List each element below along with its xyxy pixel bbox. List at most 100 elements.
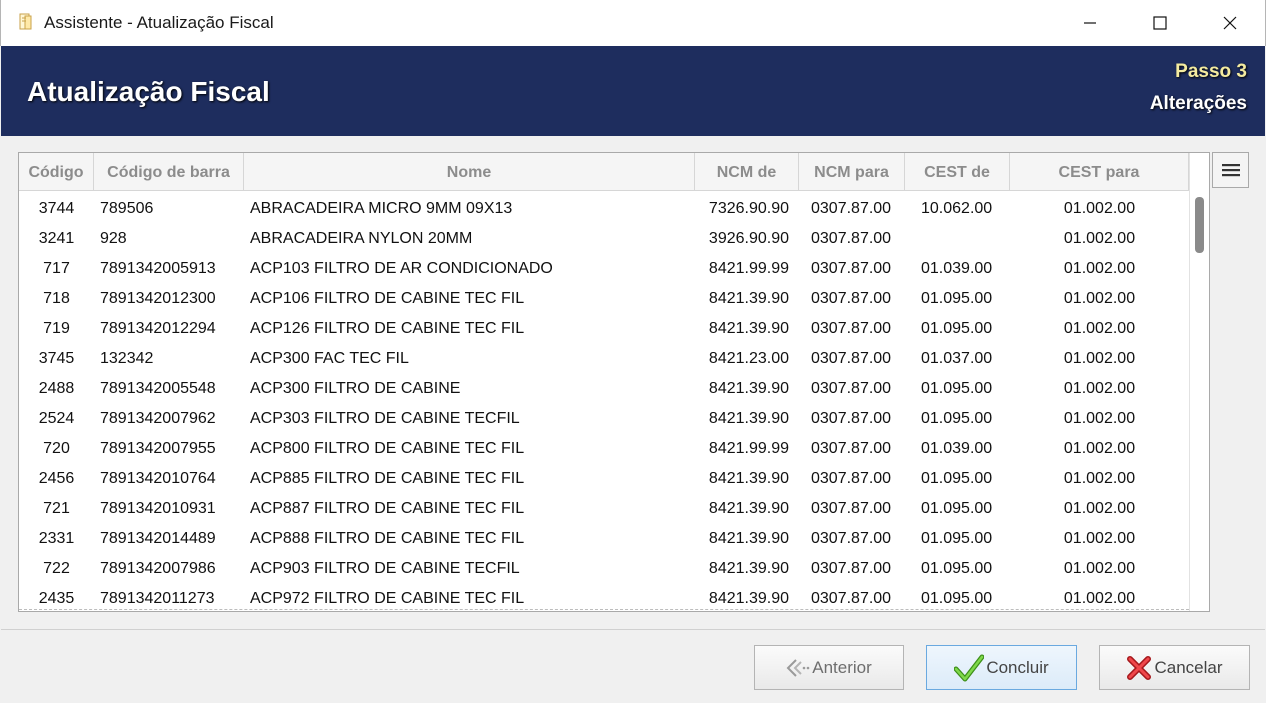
cancel-button[interactable]: Cancelar: [1099, 645, 1250, 690]
cell-codigo-barra: 7891342010931: [100, 500, 216, 517]
cell-cest-de: 01.037.00: [921, 350, 993, 367]
cell-codigo-barra: 7891342007955: [100, 440, 216, 457]
cell-cest-para: 01.002.00: [1063, 530, 1136, 547]
wizard-header: Atualização Fiscal Passo 3 Alterações: [1, 46, 1265, 136]
cell-nome: ACP126 FILTRO DE CABINE TEC FIL: [250, 320, 525, 337]
cell-codigo-barra: 7891342012294: [100, 320, 216, 337]
cell-cest-para: 01.002.00: [1063, 500, 1136, 517]
cell-ncm-de: 7326.90.90: [708, 200, 789, 217]
table-row[interactable]: 3241 928 ABRACADEIRA NYLON 20MM 3926.90.90 0…: [19, 224, 1189, 254]
cell-nome: ACP300 FILTRO DE CABINE: [250, 380, 461, 397]
step-subtitle: Alterações: [1149, 93, 1247, 114]
table-row[interactable]: 2488 7891342005548 ACP300 FILTRO DE CABINE…: [19, 374, 1189, 404]
cell-cest-para: 01.002.00: [1063, 380, 1136, 397]
cell-codigo-barra: 7891342007986: [100, 560, 216, 577]
finish-button[interactable]: Concluir: [926, 645, 1077, 690]
cell-cest-para: 01.002.00: [1063, 440, 1136, 457]
cell-cest-para: 01.002.00: [1063, 560, 1136, 577]
table-row[interactable]: 2524 7891342007962 ACP303 FILTRO DE CABINE…: [19, 404, 1189, 434]
cell-codigo: 2456: [38, 470, 75, 487]
column-header-codigo[interactable]: Código: [19, 153, 94, 191]
table-row[interactable]: 2435 7891342011273 ACP972 FILTRO DE CABINE…: [19, 584, 1189, 611]
cell-codigo: 718: [43, 290, 70, 307]
checkmark-icon: [954, 654, 985, 681]
cell-codigo: 3744: [38, 200, 75, 217]
finish-button-label: Concluir: [986, 657, 1049, 677]
cell-ncm-para: 0307.87.00: [811, 590, 892, 607]
back-arrow-icon: [786, 658, 810, 677]
cell-nome: ABRACADEIRA MICRO 9MM 09X13: [250, 200, 513, 217]
minimize-icon: [1084, 22, 1096, 24]
maximize-button[interactable]: [1125, 0, 1195, 46]
cell-ncm-para: 0307.87.00: [811, 380, 892, 397]
cell-cest-de: 01.039.00: [921, 440, 993, 457]
minimize-button[interactable]: [1055, 0, 1125, 46]
cell-nome: ACP885 FILTRO DE CABINE TEC FIL: [250, 470, 525, 487]
footer-separator: [1, 629, 1265, 630]
cell-nome: ACP972 FILTRO DE CABINE TEC FIL: [250, 590, 525, 607]
window-title: Assistente - Atualização Fiscal: [44, 13, 274, 32]
cell-codigo: 720: [43, 440, 70, 457]
cell-codigo-barra: 7891342005548: [100, 380, 216, 397]
cell-ncm-para: 0307.87.00: [811, 230, 892, 247]
cell-codigo: 2524: [38, 410, 75, 427]
cell-cest-de: 01.095.00: [921, 560, 993, 577]
cell-codigo-barra: 132342: [100, 350, 154, 367]
column-menu-button[interactable]: [1212, 152, 1249, 188]
cell-nome: ACP888 FILTRO DE CABINE TEC FIL: [250, 530, 525, 547]
table-row[interactable]: 722 7891342007986 ACP903 FILTRO DE CABINE …: [19, 554, 1189, 584]
table-row[interactable]: 3744 789506 ABRACADEIRA MICRO 9MM 09X13 732…: [19, 194, 1189, 224]
table-row[interactable]: 3745 132342 ACP300 FAC TEC FIL 8421.23.00 03…: [19, 344, 1189, 374]
column-header-nome[interactable]: Nome: [244, 153, 695, 191]
previous-button[interactable]: Anterior: [754, 645, 904, 690]
table-row[interactable]: 718 7891342012300 ACP106 FILTRO DE CABINE …: [19, 284, 1189, 314]
table-row[interactable]: 2331 7891342014489 ACP888 FILTRO DE CABINE…: [19, 524, 1189, 554]
app-icon: [19, 13, 33, 31]
cell-ncm-para: 0307.87.00: [811, 470, 892, 487]
cell-ncm-para: 0307.87.00: [811, 290, 892, 307]
scrollbar-thumb[interactable]: [1195, 197, 1204, 253]
cell-codigo: 2488: [38, 380, 75, 397]
cell-codigo: 717: [43, 260, 70, 277]
cell-ncm-de: 3926.90.90: [708, 230, 789, 247]
cell-cest-para: 01.002.00: [1063, 290, 1136, 307]
previous-button-label: Anterior: [812, 657, 872, 677]
cell-cest-de: 01.095.00: [921, 500, 993, 517]
close-button[interactable]: [1195, 0, 1265, 46]
cell-codigo: 3745: [38, 350, 75, 367]
cell-cest-de: 10.062.00: [921, 200, 993, 217]
column-header-ncm-para[interactable]: NCM para: [799, 153, 905, 191]
table-body: 3744 789506 ABRACADEIRA MICRO 9MM 09X13 732…: [19, 194, 1189, 611]
column-header-cest-de[interactable]: CEST de: [905, 153, 1010, 191]
column-header-cest-para[interactable]: CEST para: [1010, 153, 1189, 191]
cell-codigo: 721: [43, 500, 70, 517]
changes-table: Código Código de barra Nome NCM de NCM p…: [18, 152, 1210, 612]
cell-ncm-de: 8421.39.90: [708, 410, 789, 427]
cell-codigo: 722: [43, 560, 70, 577]
vertical-scrollbar[interactable]: [1189, 153, 1209, 611]
column-header-ncm-de[interactable]: NCM de: [695, 153, 799, 191]
table-row[interactable]: 720 7891342007955 ACP800 FILTRO DE CABINE …: [19, 434, 1189, 464]
table-row[interactable]: 721 7891342010931 ACP887 FILTRO DE CABINE …: [19, 494, 1189, 524]
cell-ncm-de: 8421.39.90: [708, 560, 789, 577]
cell-codigo-barra: 789506: [100, 200, 154, 217]
cell-ncm-de: 8421.23.00: [708, 350, 789, 367]
cell-cest-para: 01.002.00: [1063, 260, 1136, 277]
table-row[interactable]: 2456 7891342010764 ACP885 FILTRO DE CABINE…: [19, 464, 1189, 494]
table-row[interactable]: 717 7891342005913 ACP103 FILTRO DE AR COND…: [19, 254, 1189, 284]
cell-codigo: 2331: [38, 530, 75, 547]
column-header-codigo-barra[interactable]: Código de barra: [94, 153, 244, 191]
close-icon: [1223, 16, 1237, 30]
cell-ncm-de: 8421.39.90: [708, 470, 789, 487]
cell-cest-de: 01.095.00: [921, 530, 993, 547]
cell-ncm-para: 0307.87.00: [811, 200, 892, 217]
cell-codigo-barra: 7891342012300: [100, 290, 216, 307]
table-header: Código Código de barra Nome NCM de NCM p…: [19, 153, 1189, 191]
cell-cest-de: 01.095.00: [921, 410, 993, 427]
cell-codigo: 719: [43, 320, 70, 337]
cell-cest-para: 01.002.00: [1063, 410, 1136, 427]
cell-cest-de: 01.095.00: [921, 380, 993, 397]
table-row[interactable]: 719 7891342012294 ACP126 FILTRO DE CABINE …: [19, 314, 1189, 344]
cell-cest-para: 01.002.00: [1063, 470, 1136, 487]
cell-ncm-de: 8421.39.90: [708, 500, 789, 517]
